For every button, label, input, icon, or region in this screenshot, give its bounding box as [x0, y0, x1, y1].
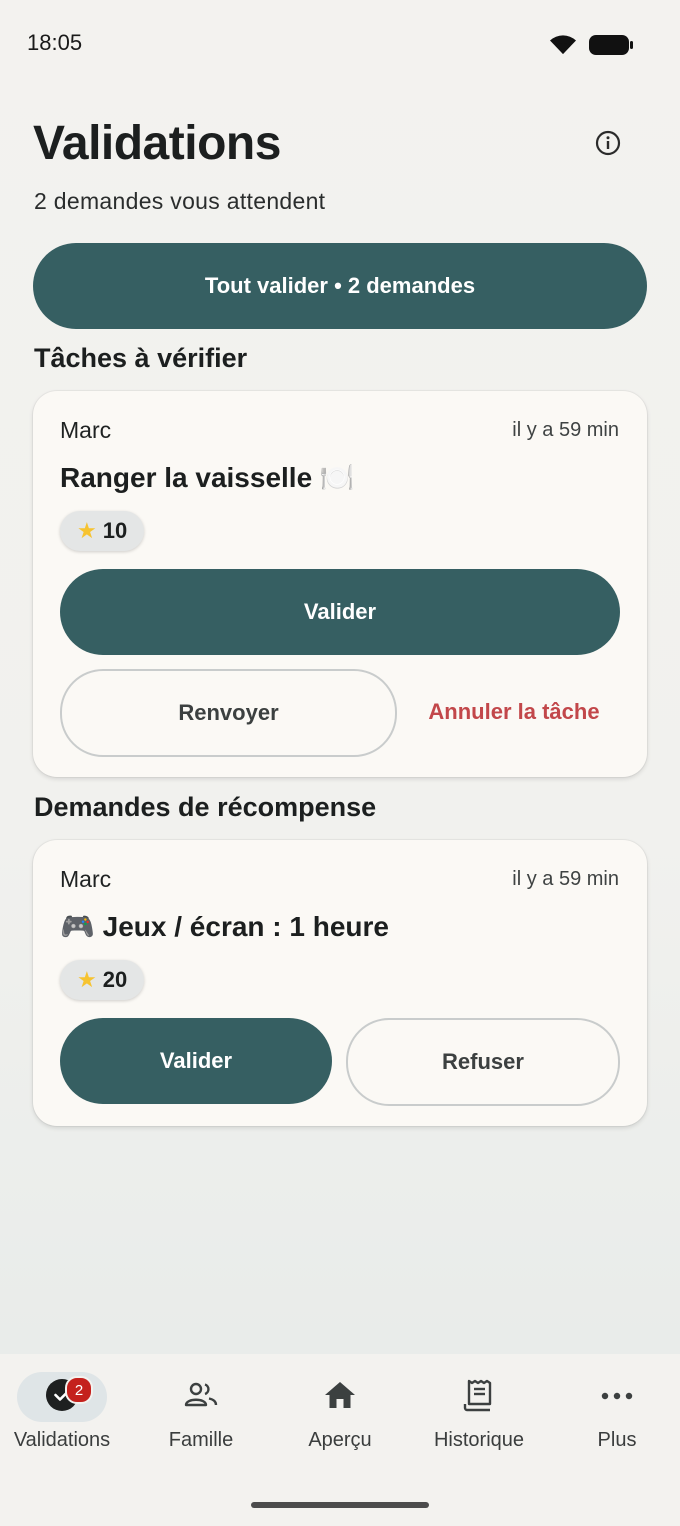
reward-title: 🎮 Jeux / écran : 1 heure: [60, 911, 389, 942]
page-title: Validations: [33, 117, 281, 170]
home-indicator[interactable]: [251, 1502, 429, 1508]
task-requester: Marc: [60, 417, 112, 443]
reward-card: Marc il y a 59 min 🎮 Jeux / écran : 1 he…: [33, 840, 647, 1126]
nav-item-validations[interactable]: 2 Validations: [0, 1372, 130, 1452]
nav-label-historique: Historique: [433, 1429, 525, 1451]
section-title-rewards: Demandes de récompense: [34, 792, 377, 822]
notification-badge: 2: [65, 1376, 93, 1404]
info-icon: [595, 130, 621, 161]
star-icon: ★: [77, 518, 97, 543]
task-validate-button[interactable]: Valider: [60, 569, 620, 655]
info-button[interactable]: [594, 130, 622, 161]
task-title: Ranger la vaisselle 🍽️: [60, 462, 355, 493]
page-subtitle: 2 demandes vous attendent: [34, 188, 326, 214]
battery-icon: [588, 33, 634, 62]
task-points-value: 10: [102, 518, 128, 543]
nav-item-famille[interactable]: Famille: [133, 1372, 269, 1452]
task-cancel-button[interactable]: Annuler la tâche: [405, 669, 623, 755]
nav-item-historique[interactable]: Historique: [411, 1372, 547, 1452]
star-icon: ★: [77, 967, 97, 992]
nav-label-validations: Validations: [13, 1429, 111, 1451]
reward-points-value: 20: [102, 967, 128, 992]
reward-points-badge: ★ 20: [60, 960, 145, 1000]
reward-validate-button[interactable]: Valider: [60, 1018, 332, 1104]
nav-label-plus: Plus: [597, 1429, 637, 1451]
receipt-icon: [463, 1378, 495, 1417]
validate-all-button[interactable]: Tout valider • 2 demandes: [33, 243, 647, 329]
bottom-nav: 2 Validations Famille Aperçu Historique …: [0, 1354, 680, 1526]
nav-label-apercu: Aperçu: [308, 1429, 372, 1451]
nav-item-apercu[interactable]: Aperçu: [272, 1372, 408, 1452]
home-icon: [323, 1380, 357, 1415]
nav-label-famille: Famille: [168, 1429, 234, 1451]
task-card: Marc il y a 59 min Ranger la vaisselle 🍽…: [33, 391, 647, 777]
more-icon: [601, 1388, 633, 1406]
status-bar: 18:05: [0, 0, 680, 88]
reward-refuse-button[interactable]: Refuser: [346, 1018, 620, 1106]
task-points-badge: ★ 10: [60, 511, 145, 551]
reward-requester: Marc: [60, 866, 112, 892]
reward-time: il y a 59 min: [512, 868, 619, 890]
nav-item-plus[interactable]: Plus: [549, 1372, 680, 1452]
nav-active-indicator: 2: [17, 1372, 107, 1422]
task-time: il y a 59 min: [512, 419, 619, 441]
status-time: 18:05: [27, 30, 83, 55]
task-resend-button[interactable]: Renvoyer: [60, 669, 397, 757]
people-icon: [183, 1381, 219, 1414]
section-title-tasks: Tâches à vérifier: [34, 343, 248, 373]
status-icons: [548, 33, 634, 62]
wifi-icon: [548, 34, 578, 61]
